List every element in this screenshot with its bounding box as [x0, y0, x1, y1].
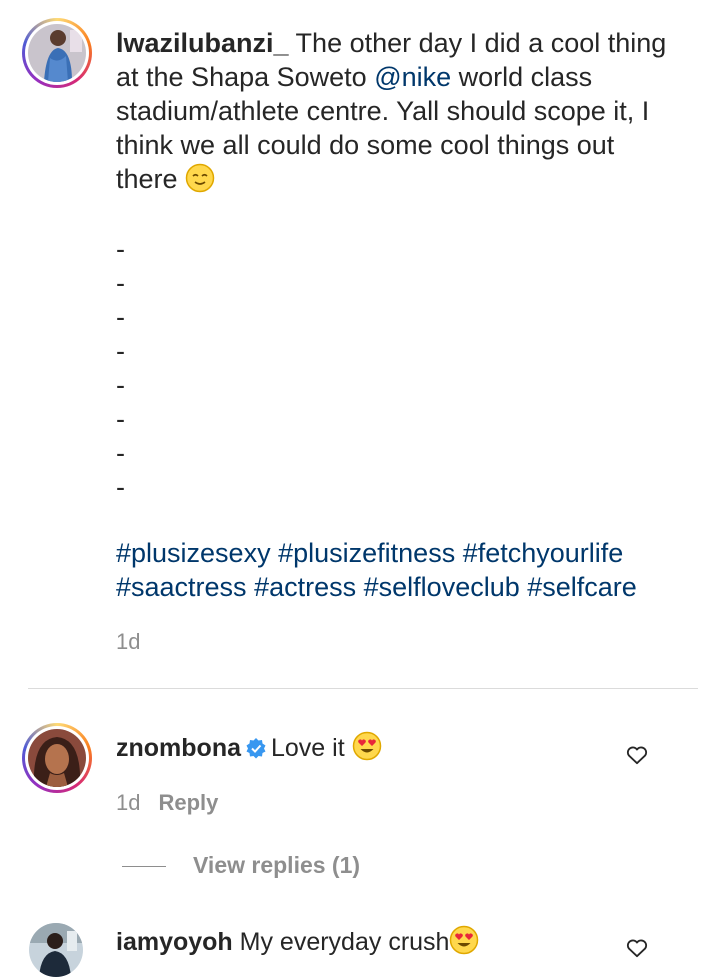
commenter-photo: [29, 923, 83, 977]
relieved-face-emoji-icon: [185, 163, 215, 201]
comment-meta: 1d Reply: [116, 790, 218, 816]
verified-badge-icon: [245, 736, 267, 766]
hashtag-link[interactable]: #plusizesexy: [116, 538, 271, 568]
comment-text: My everyday crush: [239, 928, 450, 956]
hashtag-link[interactable]: #fetchyourlife: [463, 538, 624, 568]
post-timestamp: 1d: [116, 629, 141, 654]
author-photo: [28, 24, 86, 82]
caption-divider: [28, 688, 698, 689]
comment-timestamp: 1d: [116, 790, 141, 815]
comment-avatar-iamyoyoh[interactable]: [29, 923, 83, 977]
mention-link[interactable]: @nike: [374, 62, 451, 92]
post-caption: lwazilubanzi_ The other day I did a cool…: [116, 26, 676, 604]
comment-text: Love it: [271, 734, 345, 762]
caption-dashes: - - - - - - - -: [116, 234, 125, 502]
comment-znombona: znombona Love it: [116, 731, 382, 768]
hashtag-link[interactable]: #actress: [254, 572, 356, 602]
like-comment-heart-icon[interactable]: [626, 938, 648, 963]
reply-button[interactable]: Reply: [158, 790, 218, 815]
view-replies-button[interactable]: View replies (1): [193, 852, 360, 879]
comment-iamyoyoh: iamyoyoh My everyday crush: [116, 925, 479, 962]
post-author-avatar[interactable]: [22, 18, 92, 88]
hashtag-link[interactable]: #selfloveclub: [364, 572, 520, 602]
hashtag-link[interactable]: #plusizefitness: [278, 538, 455, 568]
heart-eyes-emoji-icon: [352, 731, 382, 768]
caption-body: lwazilubanzi_ The other day I did a cool…: [116, 26, 676, 201]
hashtag-link[interactable]: #saactress: [116, 572, 247, 602]
comment-avatar-znombona[interactable]: [22, 723, 92, 793]
hashtag-link[interactable]: #selfcare: [527, 572, 637, 602]
caption-hashtags: #plusizesexy #plusizefitness #fetchyourl…: [116, 536, 676, 604]
post-username[interactable]: lwazilubanzi_: [116, 28, 289, 58]
view-replies-line: [122, 866, 166, 867]
comment-username[interactable]: znombona: [116, 734, 241, 762]
heart-eyes-emoji-icon: [449, 925, 479, 962]
commenter-photo: [28, 729, 86, 787]
like-comment-heart-icon[interactable]: [626, 745, 648, 770]
comment-username[interactable]: iamyoyoh: [116, 928, 233, 956]
